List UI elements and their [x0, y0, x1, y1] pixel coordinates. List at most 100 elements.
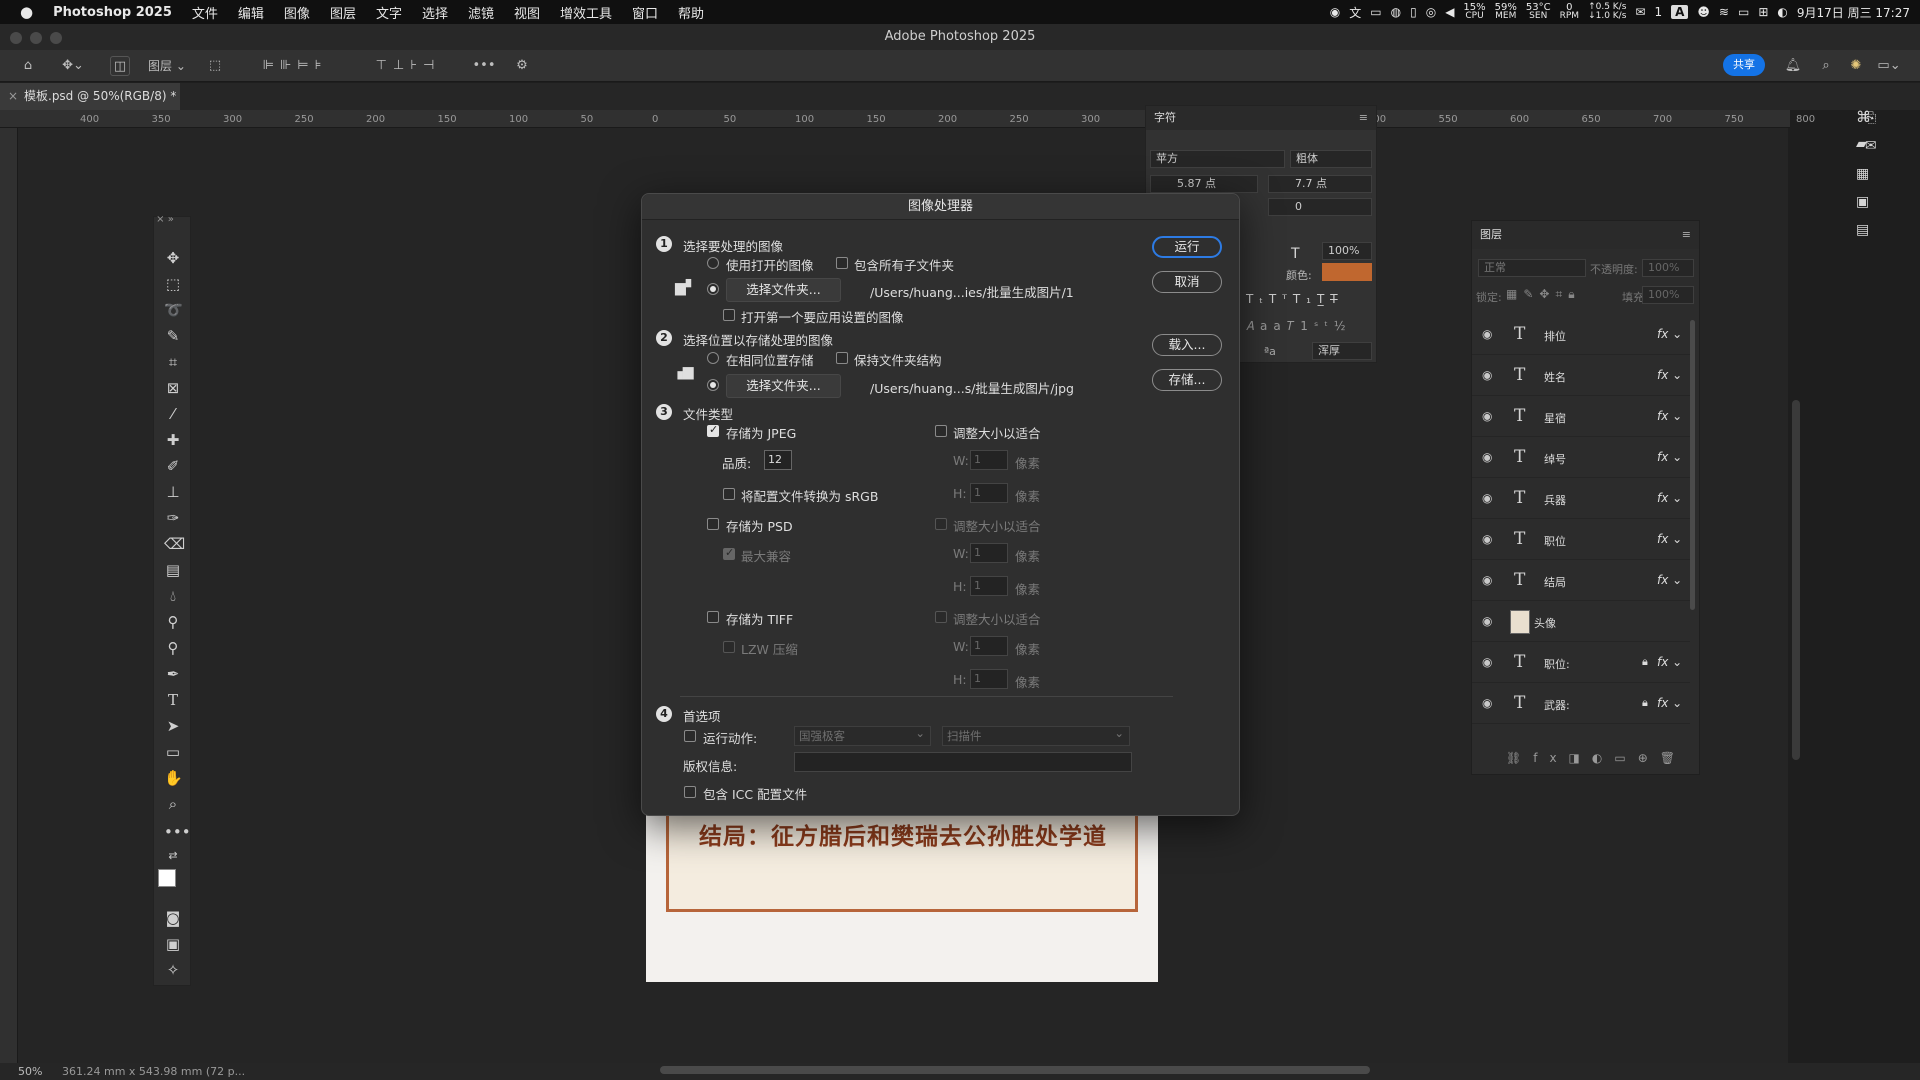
- generative-icon[interactable]: ✧: [164, 961, 182, 979]
- menu-window[interactable]: 窗口: [622, 3, 668, 22]
- psd-resize-checkbox[interactable]: [935, 518, 947, 530]
- visibility-eye-icon[interactable]: ◉: [1482, 491, 1492, 505]
- save-psd-checkbox[interactable]: [707, 518, 719, 530]
- distribute-icons[interactable]: ⊤⊥⊦⊣: [358, 56, 458, 76]
- align-icons[interactable]: ⊫⊪⊨⊧: [240, 56, 350, 76]
- leading-field[interactable]: 7.7 点: [1268, 175, 1372, 193]
- stamp-tool-icon[interactable]: ⊥: [164, 483, 182, 501]
- tracking-field[interactable]: 0: [1268, 198, 1372, 216]
- control-center-icon[interactable]: ⊞: [1758, 5, 1768, 19]
- visibility-eye-icon[interactable]: ◉: [1482, 655, 1492, 669]
- use-open-images-label[interactable]: 使用打开的图像: [726, 255, 814, 274]
- zoom-tool-icon[interactable]: ⌕: [164, 795, 182, 813]
- quick-select-tool-icon[interactable]: ✎: [164, 327, 182, 345]
- rectangle-tool-icon[interactable]: ▭: [164, 743, 182, 761]
- include-icc-checkbox[interactable]: [684, 786, 696, 798]
- dodge-tool-icon[interactable]: ⚲: [164, 613, 182, 631]
- layer-fx-icon[interactable]: fx ⌄: [1657, 573, 1682, 587]
- layer-name[interactable]: 排位: [1544, 328, 1566, 344]
- eyedropper-tool-icon[interactable]: ⁄: [164, 405, 182, 423]
- path-select-tool-icon[interactable]: ➤: [164, 717, 182, 735]
- record-icon[interactable]: ◉: [1330, 5, 1340, 19]
- visibility-eye-icon[interactable]: ◉: [1482, 327, 1492, 341]
- max-compat-label[interactable]: 最大兼容: [741, 546, 791, 565]
- keep-structure-label[interactable]: 保持文件夹结构: [854, 350, 942, 369]
- volume-icon[interactable]: ◀: [1445, 5, 1454, 19]
- visibility-eye-icon[interactable]: ◉: [1482, 573, 1492, 587]
- move-tool-icon[interactable]: ✥: [164, 249, 182, 267]
- visibility-eye-icon[interactable]: ◉: [1482, 409, 1492, 423]
- document-tab[interactable]: × 模板.psd @ 50%(RGB/8) *: [0, 83, 180, 110]
- run-action-checkbox[interactable]: [684, 730, 696, 742]
- frame-tool-icon[interactable]: ⊠: [164, 379, 182, 397]
- font-size-field[interactable]: 5.87 点: [1150, 175, 1258, 193]
- battery-status-icon[interactable]: ▯: [1410, 5, 1417, 19]
- layer-name[interactable]: 姓名: [1544, 369, 1566, 385]
- jpeg-resize-label[interactable]: 调整大小以适合: [953, 423, 1041, 442]
- lzw-checkbox[interactable]: [723, 641, 735, 653]
- save-tiff-label[interactable]: 存储为 TIFF: [726, 609, 793, 628]
- tiff-resize-label[interactable]: 调整大小以适合: [953, 609, 1041, 628]
- visibility-eye-icon[interactable]: ◉: [1482, 614, 1492, 628]
- text-color-swatch[interactable]: [1322, 263, 1372, 281]
- layer-fx-icon[interactable]: fx ⌄: [1657, 368, 1682, 382]
- menu-file[interactable]: 文件: [182, 3, 228, 22]
- antialias-select[interactable]: 浑厚: [1312, 342, 1372, 360]
- include-icc-label[interactable]: 包含 ICC 配置文件: [703, 784, 807, 803]
- lasso-tool-icon[interactable]: ➰: [164, 301, 183, 319]
- close-tab-icon[interactable]: ×: [8, 83, 18, 110]
- swap-colors-icon[interactable]: ⇄: [164, 847, 182, 865]
- brush-tool-icon[interactable]: ✐: [164, 457, 182, 475]
- opentype-buttons[interactable]: 𝐴aa𝑇1ˢᵗ½: [1246, 319, 1352, 334]
- zoom-window-button[interactable]: [50, 32, 62, 44]
- layer-fx-icon[interactable]: fx ⌄: [1657, 696, 1682, 710]
- menu-plugins[interactable]: 增效工具: [550, 3, 622, 22]
- action-select[interactable]: 扫描件: [942, 724, 1130, 746]
- screen-mode-icon[interactable]: ▣: [164, 935, 182, 953]
- layer-row[interactable]: ◉ T 姓名 fx ⌄: [1472, 356, 1690, 396]
- crop-tool-icon[interactable]: ⌗: [164, 353, 182, 371]
- menu-layer[interactable]: 图层: [320, 3, 366, 22]
- close-window-button[interactable]: [10, 32, 22, 44]
- visibility-eye-icon[interactable]: ◉: [1482, 450, 1492, 464]
- blend-mode-select[interactable]: 正常: [1478, 259, 1586, 277]
- layer-row[interactable]: ◉ T 绰号 fx ⌄: [1472, 438, 1690, 478]
- layers-menu-icon[interactable]: ≡: [1682, 221, 1691, 249]
- menu-app[interactable]: Photoshop 2025: [43, 5, 182, 20]
- layer-row[interactable]: ◉ T 职位: 🔒︎ fx ⌄: [1472, 643, 1690, 683]
- toggle-icon[interactable]: ◐: [1777, 5, 1787, 19]
- timeline-dock-icon[interactable]: ⌘: [1856, 108, 1871, 126]
- font-family-select[interactable]: 苹方: [1150, 150, 1285, 168]
- search-status-icon[interactable]: ◎: [1426, 5, 1436, 19]
- layer-name[interactable]: 结局: [1544, 574, 1566, 590]
- lock-icons[interactable]: ▦✎✥⌗🔒︎: [1506, 287, 1581, 302]
- same-location-radio[interactable]: [707, 352, 719, 364]
- font-style-select[interactable]: 粗体: [1290, 150, 1372, 168]
- layer-name[interactable]: 星宿: [1544, 410, 1566, 426]
- cancel-button[interactable]: 取消: [1152, 271, 1222, 293]
- layer-fx-icon[interactable]: fx ⌄: [1657, 409, 1682, 423]
- layer-row[interactable]: ◉ T 星宿 fx ⌄: [1472, 397, 1690, 437]
- home-icon[interactable]: ⌂: [18, 56, 38, 76]
- save-folder-radio[interactable]: [707, 379, 719, 391]
- menu-select[interactable]: 选择: [412, 3, 458, 22]
- canvas-vertical-scrollbar[interactable]: [1792, 400, 1800, 760]
- collapse-toolbar-icon[interactable]: × »: [156, 211, 174, 229]
- bell-icon[interactable]: 🔔︎: [1783, 56, 1803, 76]
- layer-name[interactable]: 绰号: [1544, 451, 1566, 467]
- save-psd-label[interactable]: 存储为 PSD: [726, 516, 793, 535]
- blur-tool-icon[interactable]: 💧︎: [164, 587, 182, 605]
- canvas-horizontal-scrollbar[interactable]: [660, 1066, 1370, 1074]
- foreground-color-swatch[interactable]: [158, 869, 176, 887]
- quality-input[interactable]: 12: [764, 450, 792, 470]
- zoom-like-tool-icon[interactable]: ⚲: [164, 639, 182, 657]
- layer-fx-icon[interactable]: fx ⌄: [1657, 491, 1682, 505]
- wechat-icon[interactable]: ✉: [1635, 5, 1645, 19]
- save-tiff-checkbox[interactable]: [707, 611, 719, 623]
- pen-tool-icon[interactable]: ✒: [164, 665, 182, 683]
- layer-name[interactable]: 头像: [1534, 615, 1556, 631]
- more-tools-icon[interactable]: •••: [164, 823, 191, 841]
- layer-row[interactable]: ◉ 头像: [1472, 602, 1690, 642]
- layer-fx-icon[interactable]: fx ⌄: [1657, 450, 1682, 464]
- wifi-icon[interactable]: ≋: [1719, 5, 1729, 19]
